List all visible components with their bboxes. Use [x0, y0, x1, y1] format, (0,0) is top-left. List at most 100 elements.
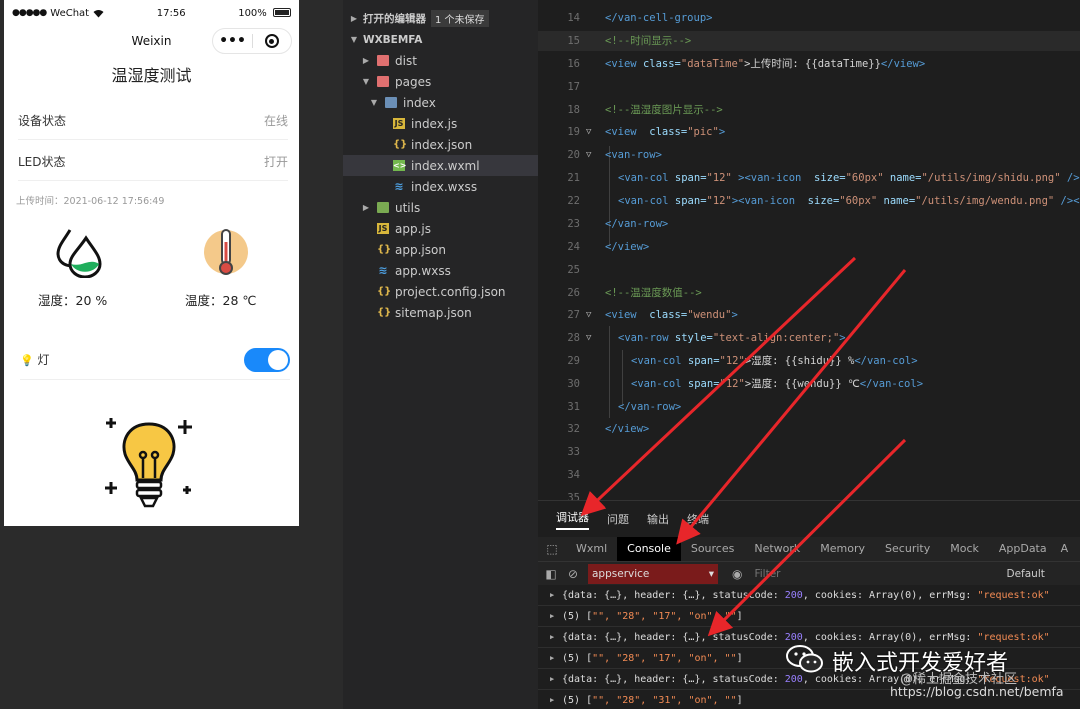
tree-item-label: app.json	[395, 242, 446, 257]
code-line: 23 </van-row>	[538, 214, 1080, 234]
tab-sources[interactable]: Sources	[681, 537, 745, 561]
tree-item-index-js[interactable]: JS index.js	[343, 113, 538, 134]
inspect-icon[interactable]: ⬚	[538, 542, 566, 556]
tab-console[interactable]: Console	[617, 537, 681, 561]
file-explorer: ▶ 打开的编辑器 1 个未保存 ▼ WXBEMFA ▶ dist ▼ pages…	[343, 0, 538, 709]
line-number: 26	[567, 287, 580, 299]
screenshot-root: ●●●●● WeChat 17:56 100% Weixin ••• 温湿度测试…	[0, 0, 1080, 709]
line-number: 29	[567, 355, 580, 367]
line-number: 20	[567, 149, 580, 161]
led-status-value: 打开	[263, 155, 288, 169]
line-number: 25	[567, 264, 580, 276]
tab-problems[interactable]: 问题	[607, 511, 629, 527]
tree-item-label: index.wxml	[411, 158, 480, 173]
console-log-object[interactable]: ▶ {data: {…}, header: {…}, statusCode: 20…	[538, 585, 1080, 606]
chevron-down-icon: ▼	[362, 77, 370, 86]
code-line: 18 <!--温湿度图片显示-->	[538, 100, 1080, 120]
folder-icon	[377, 202, 389, 213]
led-status-label: LED状态	[18, 155, 66, 169]
nav-bar: Weixin •••	[4, 26, 299, 56]
wxml-file-icon: <>	[393, 160, 407, 171]
tree-item-app-json[interactable]: {} app.json	[343, 239, 538, 260]
humidity-drop-icon	[56, 229, 102, 278]
project-title: WXBEMFA	[363, 33, 423, 46]
tab-security[interactable]: Security	[875, 537, 940, 561]
wechat-logo-icon	[786, 645, 823, 673]
clear-console-icon[interactable]: ⊘	[564, 567, 582, 581]
tab-network[interactable]: Network	[744, 537, 810, 561]
line-number: 15	[567, 35, 580, 47]
filter-input[interactable]	[754, 564, 995, 583]
tab-mock[interactable]: Mock	[940, 537, 989, 561]
js-file-icon: JS	[377, 223, 389, 234]
device-status-value: 在线	[263, 114, 288, 128]
upload-time: 上传时间：2021-06-12 17:56:49	[16, 196, 165, 207]
tree-item-dist[interactable]: ▶ dist	[343, 50, 538, 71]
tree-item-index-wxml[interactable]: <> index.wxml	[343, 155, 538, 176]
light-label: 灯	[37, 353, 50, 367]
light-switch-row: 💡 灯	[20, 340, 290, 380]
code-line: 29 <van-col span="12">湿度: {{shidu}} %</va…	[538, 351, 1080, 371]
signal-icon: ●●●●●	[12, 8, 47, 18]
tab-overflow[interactable]: A	[1057, 537, 1073, 561]
lightbulb-icon	[105, 418, 192, 508]
light-toggle[interactable]	[244, 347, 290, 372]
clock: 17:56	[156, 7, 186, 19]
json-file-icon: {}	[393, 139, 408, 150]
sidebar-toggle-icon[interactable]: ◧	[538, 567, 564, 581]
folder-icon	[377, 76, 389, 87]
tree-item-utils[interactable]: ▶ utils	[343, 197, 538, 218]
tree-item-sitemap[interactable]: {} sitemap.json	[343, 302, 538, 323]
tab-debugger[interactable]: 调试器	[556, 509, 589, 530]
tree-item-label: index.js	[411, 116, 458, 131]
open-editors-section[interactable]: ▶ 打开的编辑器 1 个未保存	[343, 8, 538, 29]
devtools-panel-tabs: ⬚ Wxml Console Sources Network Memory Se…	[538, 537, 1080, 561]
log-level-select[interactable]: Default	[1006, 568, 1044, 580]
code-line: 31 </van-row>	[538, 397, 1080, 417]
json-file-icon: {}	[377, 307, 392, 318]
code-line: 30 <van-col span="12">温度: {{wendu}} ℃</va…	[538, 374, 1080, 394]
tree-item-app-wxss[interactable]: ≋ app.wxss	[343, 260, 538, 281]
status-bar: ●●●●● WeChat 17:56 100%	[4, 0, 299, 26]
fold-chevron-icon: ▽	[586, 150, 592, 160]
code-line: 34	[538, 465, 1080, 485]
wxss-file-icon: ≋	[378, 264, 388, 277]
tree-item-index-wxss[interactable]: ≋ index.wxss	[343, 176, 538, 197]
tab-output[interactable]: 输出	[647, 511, 669, 527]
page-title: 温湿度测试	[111, 66, 192, 85]
sensor-pictures	[4, 222, 299, 282]
code-editor[interactable]: 14 </van-cell-group> 15 <!--时间显示--> 16 <vie…	[538, 0, 1080, 500]
close-miniprogram-button[interactable]	[253, 34, 291, 48]
devtools-top-tabs: 调试器 问题 输出 终端	[538, 501, 1080, 537]
tree-item-label: sitemap.json	[395, 305, 472, 320]
tree-item-project-config[interactable]: {} project.config.json	[343, 281, 538, 302]
tree-item-index-json[interactable]: {} index.json	[343, 134, 538, 155]
json-file-icon: {}	[377, 286, 392, 297]
tree-item-pages[interactable]: ▼ pages	[343, 71, 538, 92]
open-editors-title: 打开的编辑器	[363, 13, 426, 25]
wifi-icon	[93, 9, 104, 17]
context-select[interactable]: appservice	[588, 563, 718, 584]
folder-icon	[377, 55, 389, 66]
tree-item-index-folder[interactable]: ▼ index	[343, 92, 538, 113]
more-icon[interactable]: •••	[213, 29, 252, 53]
tree-item-label: index.wxss	[411, 179, 478, 194]
code-line: 16 <view class="dataTime">上传时间: {{dataTim…	[538, 54, 1080, 74]
eye-icon[interactable]: ◉	[732, 567, 742, 581]
tab-terminal[interactable]: 终端	[687, 511, 709, 527]
line-number: 18	[567, 104, 580, 116]
fold-chevron-icon: ▽	[586, 127, 592, 137]
tree-item-app-js[interactable]: JS app.js	[343, 218, 538, 239]
tab-appdata[interactable]: AppData	[989, 537, 1057, 561]
code-line: 28 ▽ <van-row style="text-align:center;">	[538, 328, 1080, 348]
tab-memory[interactable]: Memory	[810, 537, 875, 561]
console-log-array[interactable]: ▶ (5) ["", "28", "17", "on", ""]	[538, 606, 1080, 627]
battery-label: 100%	[238, 7, 267, 19]
tree-item-label: project.config.json	[395, 284, 506, 299]
code-line: 21 <van-col span="12" ><van-icon size="60…	[538, 168, 1080, 188]
battery-icon	[272, 8, 291, 17]
lightbulb-small-icon: 💡	[20, 354, 34, 367]
tab-wxml[interactable]: Wxml	[566, 537, 617, 561]
project-section[interactable]: ▼ WXBEMFA	[343, 29, 538, 50]
line-number: 27	[567, 309, 580, 321]
